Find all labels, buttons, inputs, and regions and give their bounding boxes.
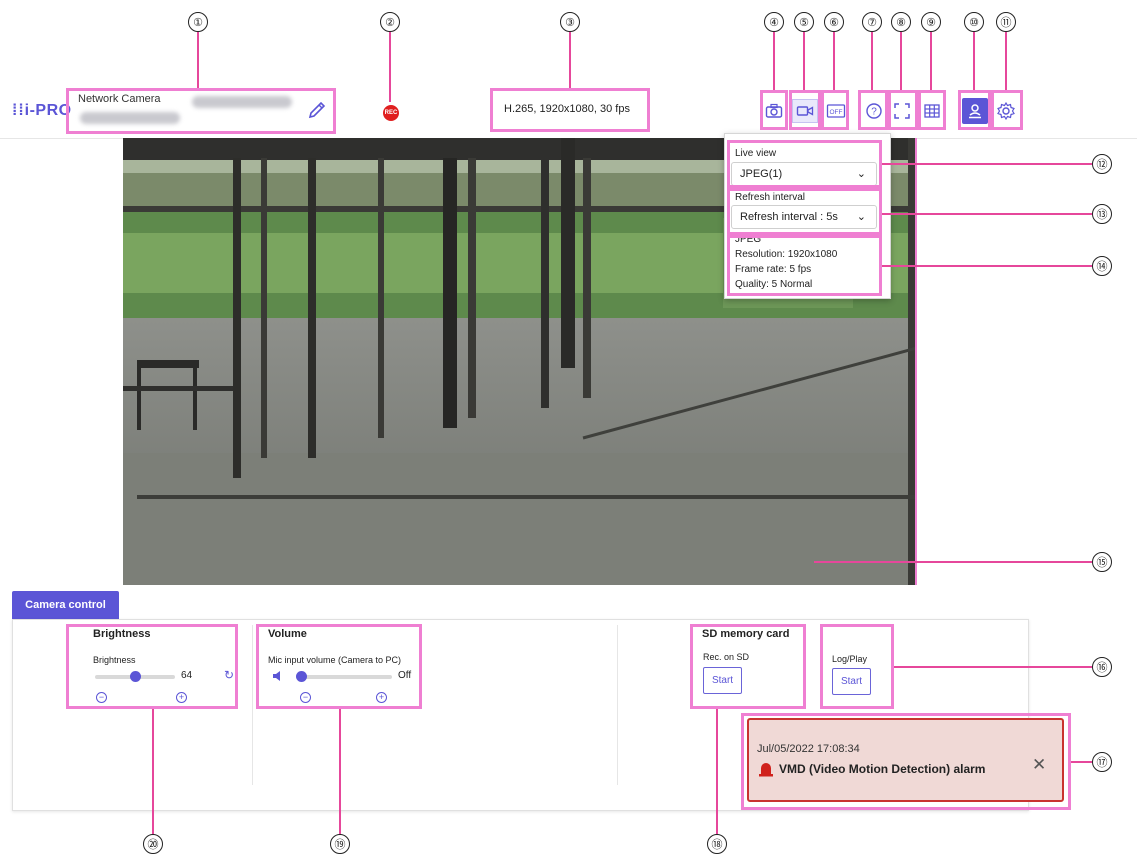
callout-box-6 xyxy=(821,90,849,130)
callout-9: ⑨ xyxy=(921,12,941,32)
leader-line-8 xyxy=(900,32,902,90)
leader-line-20 xyxy=(152,709,154,834)
callout-box-9 xyxy=(918,90,946,130)
divider xyxy=(617,625,618,785)
leader-line-4 xyxy=(773,32,775,90)
callout-box-13 xyxy=(727,188,882,235)
callout-box-3 xyxy=(490,88,650,132)
callout-3: ③ xyxy=(560,12,580,32)
callout-box-4 xyxy=(760,90,788,130)
callout-box-18 xyxy=(690,624,806,709)
leader-line-15 xyxy=(814,561,1092,563)
callout-7: ⑦ xyxy=(862,12,882,32)
callout-20: ⑳ xyxy=(143,834,163,854)
leader-line-16 xyxy=(894,666,1092,668)
leader-line-1 xyxy=(197,32,199,88)
callout-15: ⑮ xyxy=(1092,552,1112,572)
callout-box-11 xyxy=(991,90,1023,130)
callout-box-8 xyxy=(888,90,918,130)
leader-line-10 xyxy=(973,32,975,90)
callout-4: ④ xyxy=(764,12,784,32)
callout-16: ⑯ xyxy=(1092,657,1112,677)
callout-19: ⑲ xyxy=(330,834,350,854)
leader-line-14 xyxy=(882,265,1092,267)
callout-2: ② xyxy=(380,12,400,32)
callout-13: ⑬ xyxy=(1092,204,1112,224)
leader-line-18 xyxy=(716,709,718,834)
callout-box-5 xyxy=(789,90,821,130)
leader-line-11 xyxy=(1005,32,1007,90)
rec-indicator: REC xyxy=(383,105,399,121)
leader-line-12 xyxy=(882,163,1092,165)
callout-box-19 xyxy=(256,624,422,709)
leader-line-7 xyxy=(871,32,873,90)
callout-box-14 xyxy=(727,235,882,296)
callout-5: ⑤ xyxy=(794,12,814,32)
leader-line-5 xyxy=(803,32,805,90)
leader-line-3 xyxy=(569,32,571,88)
leader-line-2 xyxy=(389,32,391,102)
camera-control-tab[interactable]: Camera control xyxy=(12,591,119,619)
leader-line-9 xyxy=(930,32,932,90)
logo: ⁞⁞i-PRO xyxy=(12,102,72,119)
callout-8: ⑧ xyxy=(891,12,911,32)
callout-11: ⑪ xyxy=(996,12,1016,32)
leader-line-13 xyxy=(882,213,1092,215)
callout-box-20 xyxy=(66,624,238,709)
callout-box-12 xyxy=(727,140,882,188)
callout-14: ⑭ xyxy=(1092,256,1112,276)
callout-video-edge xyxy=(915,138,917,585)
leader-line-17 xyxy=(1071,761,1092,763)
callout-box-10 xyxy=(958,90,991,130)
callout-10: ⑩ xyxy=(964,12,984,32)
callout-1: ① xyxy=(188,12,208,32)
callout-box-1 xyxy=(66,88,336,134)
leader-line-19 xyxy=(339,709,341,834)
callout-box-16 xyxy=(820,624,894,709)
callout-6: ⑥ xyxy=(824,12,844,32)
divider xyxy=(252,625,253,785)
callout-box-17 xyxy=(741,713,1071,810)
callout-18: ⑱ xyxy=(707,834,727,854)
callout-box-7 xyxy=(858,90,888,130)
leader-line-6 xyxy=(833,32,835,90)
callout-12: ⑫ xyxy=(1092,154,1112,174)
callout-17: ⑰ xyxy=(1092,752,1112,772)
